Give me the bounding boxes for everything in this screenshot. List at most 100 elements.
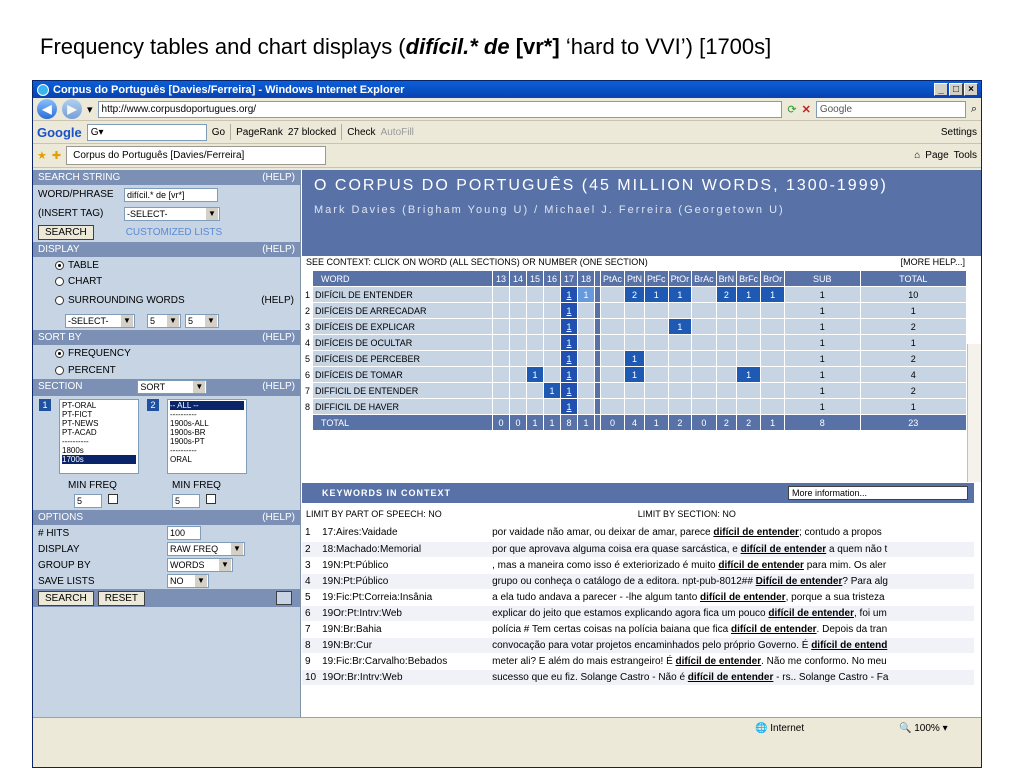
- section-option[interactable]: 1900s-BR: [170, 428, 244, 437]
- frequency-radio[interactable]: [55, 349, 64, 358]
- display-select[interactable]: RAW FREQ: [167, 542, 245, 556]
- surrounding-select[interactable]: -SELECT-: [65, 313, 135, 328]
- freq-cell[interactable]: 1: [736, 286, 762, 303]
- freq-cell[interactable]: 1: [560, 366, 579, 383]
- section-option[interactable]: ----------: [170, 410, 244, 419]
- reset-button[interactable]: RESET: [97, 590, 146, 606]
- kwic-keyword[interactable]: difícil de entender: [768, 608, 854, 619]
- kwic-source[interactable]: 17:Aires:Vaidade: [319, 525, 490, 542]
- freq-word-link[interactable]: DIFÍCEIS DE OCULTAR: [312, 334, 494, 351]
- section-option[interactable]: PT-FICT: [62, 410, 136, 419]
- freq-cell[interactable]: 1: [560, 398, 579, 415]
- freq-word-link[interactable]: DIFÍCEIS DE TOMAR: [312, 366, 494, 383]
- tools-menu[interactable]: Tools: [954, 150, 977, 161]
- kwic-source[interactable]: 19:Fic:Pt:Correia:Insânia: [319, 589, 490, 606]
- min-freq1-input[interactable]: 5: [74, 494, 102, 508]
- section-option[interactable]: ORAL: [170, 455, 244, 464]
- kwic-keyword[interactable]: difícil de entend: [811, 640, 887, 651]
- surrounding-radio[interactable]: [55, 295, 64, 305]
- search-icon[interactable]: ⌕: [971, 103, 977, 116]
- search-button[interactable]: SEARCH: [38, 225, 94, 240]
- section-option[interactable]: -- ALL --: [170, 401, 244, 410]
- customized-lists-link[interactable]: CUSTOMIZED LISTS: [126, 227, 223, 238]
- kwic-source[interactable]: 19N:Br:Bahia: [319, 621, 490, 638]
- kwic-source[interactable]: 19Or:Br:Intrv:Web: [319, 669, 490, 686]
- section-option[interactable]: PT-ACAD: [62, 428, 136, 437]
- tab-corpus[interactable]: Corpus do Português [Davies/Ferreira]: [66, 146, 327, 165]
- kwic-keyword[interactable]: difícil de entender: [731, 624, 817, 635]
- kwic-source[interactable]: 19:Fic:Br:Carvalho:Bebados: [319, 653, 490, 670]
- home-icon[interactable]: ⌂: [914, 150, 920, 161]
- freq-cell[interactable]: 1: [667, 286, 693, 303]
- freq-cell[interactable]: 1: [560, 350, 579, 367]
- freq-cell[interactable]: 1: [560, 318, 579, 335]
- percent-radio[interactable]: [55, 366, 64, 375]
- more-help-link[interactable]: [MORE HELP...]: [901, 257, 965, 270]
- chart-radio[interactable]: [55, 276, 64, 286]
- freq-cell[interactable]: 1: [560, 286, 579, 303]
- zoom-level[interactable]: 🔍 100% ▾: [899, 723, 948, 734]
- google-search-input[interactable]: G▾: [86, 123, 207, 141]
- section-option[interactable]: 1700s: [62, 455, 136, 464]
- options-toggle[interactable]: [276, 591, 292, 605]
- refresh-icon[interactable]: ⟳: [787, 103, 796, 116]
- spellcheck-button[interactable]: Check: [347, 127, 375, 138]
- stop-icon[interactable]: ✕: [802, 103, 811, 116]
- address-input[interactable]: http://www.corpusdoportugues.org/: [97, 100, 783, 118]
- section-option[interactable]: 1900s-PT: [170, 437, 244, 446]
- hits-input[interactable]: 100: [167, 526, 201, 540]
- go-button[interactable]: Go: [212, 127, 225, 138]
- section-option[interactable]: PT-NEWS: [62, 419, 136, 428]
- group-select[interactable]: WORDS: [167, 558, 233, 572]
- freq-word-link[interactable]: DIFÍCEIS DE PERCEBER: [312, 350, 494, 367]
- close-icon[interactable]: ×: [964, 83, 978, 96]
- maximize-icon[interactable]: □: [949, 83, 963, 96]
- kwic-keyword[interactable]: difícil de entender: [700, 592, 786, 603]
- surrounding-right-select[interactable]: 5: [185, 313, 219, 328]
- section-option[interactable]: ----------: [170, 446, 244, 455]
- section-option[interactable]: 1900s-ALL: [170, 419, 244, 428]
- min-freq1-checkbox[interactable]: [108, 494, 118, 504]
- kwic-source[interactable]: 19N:Pt:Público: [319, 573, 490, 590]
- kwic-source[interactable]: 18:Machado:Memorial: [319, 541, 490, 558]
- freq-word-link[interactable]: DIFÍCEIS DE EXPLICAR: [312, 318, 494, 335]
- search-button-2[interactable]: SEARCH: [38, 590, 94, 606]
- freq-cell[interactable]: 1: [624, 350, 646, 367]
- kwic-keyword[interactable]: difícil de entender: [718, 560, 804, 571]
- section-option[interactable]: 1800s: [62, 446, 136, 455]
- kwic-keyword[interactable]: difícil de entender: [741, 544, 827, 555]
- freq-cell[interactable]: 1: [736, 366, 762, 383]
- min-freq2-input[interactable]: 5: [172, 494, 200, 508]
- table-scrollbar[interactable]: [967, 344, 981, 482]
- section-option[interactable]: ----------: [62, 437, 136, 446]
- dropdown-icon[interactable]: ▾: [87, 103, 93, 116]
- freq-cell[interactable]: 1: [760, 286, 786, 303]
- freq-cell[interactable]: 1: [577, 286, 596, 303]
- freq-word-link[interactable]: DIFÍCIL DE ENTENDER: [312, 286, 494, 303]
- freq-cell[interactable]: 2: [715, 286, 738, 303]
- section-option[interactable]: PT-ORAL: [62, 401, 136, 410]
- kwic-source[interactable]: 19N:Br:Cur: [319, 637, 490, 654]
- kwic-keyword[interactable]: difícil de entender: [713, 527, 799, 538]
- freq-cell[interactable]: 1: [543, 382, 562, 399]
- section2-list[interactable]: -- ALL -- ---------- 1900s-ALL 1900s-BR 1900…: [167, 399, 247, 474]
- favorites-star-icon[interactable]: ★: [37, 149, 47, 162]
- minimize-icon[interactable]: _: [934, 83, 948, 96]
- kwic-keyword[interactable]: Difícil de entender: [756, 576, 843, 587]
- freq-cell[interactable]: 1: [667, 318, 693, 335]
- settings-button[interactable]: Settings: [941, 127, 977, 138]
- section-sort-select[interactable]: SORT: [137, 380, 208, 394]
- surrounding-left-select[interactable]: 5: [147, 313, 181, 328]
- help-link[interactable]: (HELP): [262, 170, 295, 185]
- page-menu[interactable]: Page: [925, 150, 948, 161]
- back-button[interactable]: ◀: [37, 99, 57, 119]
- word-phrase-input[interactable]: difícil.* de [vr*]: [124, 187, 218, 202]
- kwic-keyword[interactable]: difícil de entender: [676, 656, 762, 667]
- add-favorites-icon[interactable]: ✚: [52, 149, 61, 162]
- freq-word-link[interactable]: DIFFICIL DE HAVER: [312, 398, 494, 415]
- kwic-source[interactable]: 19N:Pt:Público: [319, 557, 490, 574]
- freq-cell[interactable]: 2: [624, 286, 646, 303]
- autofill-button[interactable]: AutoFill: [381, 127, 414, 138]
- search-input[interactable]: Google: [815, 100, 966, 118]
- freq-cell[interactable]: 1: [624, 366, 646, 383]
